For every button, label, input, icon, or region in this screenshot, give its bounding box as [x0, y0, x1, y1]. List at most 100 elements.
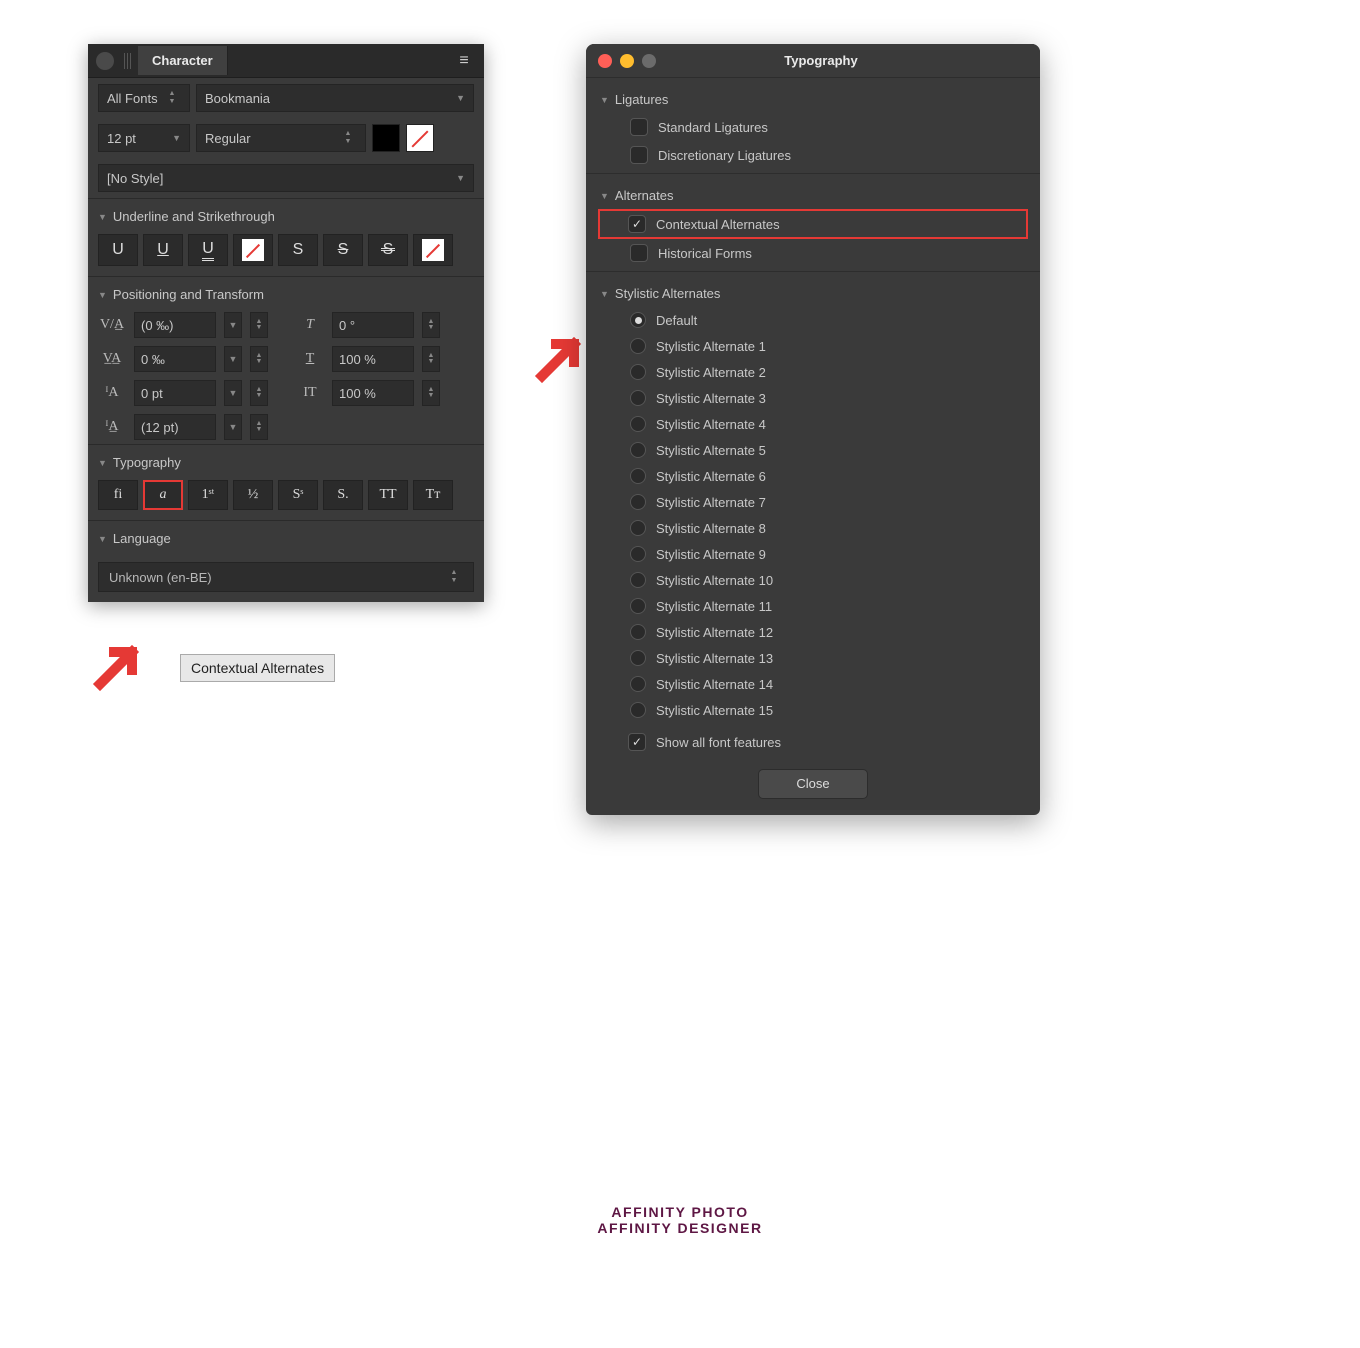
- kerning-icon: V/A̲: [98, 317, 126, 333]
- language-select[interactable]: Unknown (en-BE) ▲▼: [98, 562, 474, 592]
- strike-none-button[interactable]: S: [278, 234, 318, 266]
- ligatures-button[interactable]: fi: [98, 480, 138, 510]
- option-stylistic-5[interactable]: Stylistic Alternate 5: [600, 437, 1026, 463]
- strike-single-button[interactable]: S: [323, 234, 363, 266]
- tab-character[interactable]: Character: [138, 46, 228, 75]
- strike-double-button[interactable]: S: [368, 234, 408, 266]
- radio[interactable]: [630, 468, 646, 484]
- radio[interactable]: [630, 364, 646, 380]
- radio[interactable]: [630, 338, 646, 354]
- radio[interactable]: [630, 676, 646, 692]
- radio[interactable]: [630, 702, 646, 718]
- vscale-input[interactable]: 100 %: [332, 380, 414, 406]
- option-discretionary-ligatures[interactable]: Discretionary Ligatures: [600, 141, 1026, 169]
- option-stylistic-8[interactable]: Stylistic Alternate 8: [600, 515, 1026, 541]
- option-historical-forms[interactable]: Historical Forms: [600, 239, 1026, 267]
- option-label: Stylistic Alternate 8: [656, 521, 766, 536]
- underline-color-swatch[interactable]: [233, 234, 273, 266]
- stepper-button[interactable]: ▲▼: [422, 380, 440, 406]
- checkbox-checked[interactable]: [628, 733, 646, 751]
- section-underline[interactable]: ▼ Underline and Strikethrough: [88, 198, 484, 230]
- tracking-input[interactable]: 0 ‰: [134, 346, 216, 372]
- radio[interactable]: [630, 546, 646, 562]
- section-head[interactable]: ▼ Alternates: [600, 182, 1026, 209]
- checkbox[interactable]: [630, 118, 648, 136]
- smallcaps-button[interactable]: Tᴛ: [413, 480, 453, 510]
- section-positioning[interactable]: ▼ Positioning and Transform: [88, 276, 484, 308]
- option-stylistic-4[interactable]: Stylistic Alternate 4: [600, 411, 1026, 437]
- baseline-input[interactable]: 0 pt: [134, 380, 216, 406]
- option-stylistic-6[interactable]: Stylistic Alternate 6: [600, 463, 1026, 489]
- radio-checked[interactable]: [630, 312, 646, 328]
- option-stylistic-11[interactable]: Stylistic Alternate 11: [600, 593, 1026, 619]
- dropdown-button[interactable]: ▼: [224, 414, 242, 440]
- section-head[interactable]: ▼ Stylistic Alternates: [600, 280, 1026, 307]
- option-stylistic-3[interactable]: Stylistic Alternate 3: [600, 385, 1026, 411]
- font-family-select[interactable]: Bookmania ▼: [196, 84, 474, 112]
- strike-color-swatch[interactable]: [413, 234, 453, 266]
- option-stylistic-13[interactable]: Stylistic Alternate 13: [600, 645, 1026, 671]
- option-show-all[interactable]: Show all font features: [600, 723, 1026, 751]
- option-stylistic-1[interactable]: Stylistic Alternate 1: [600, 333, 1026, 359]
- radio[interactable]: [630, 598, 646, 614]
- font-size-select[interactable]: 12 pt ▼: [98, 124, 190, 152]
- option-stylistic-14[interactable]: Stylistic Alternate 14: [600, 671, 1026, 697]
- fill-swatch[interactable]: [372, 124, 400, 152]
- panel-menu-icon[interactable]: ≡: [454, 52, 474, 70]
- stepper-button[interactable]: ▲▼: [250, 414, 268, 440]
- drag-handle-icon[interactable]: [124, 53, 132, 69]
- leading-input[interactable]: (12 pt): [134, 414, 216, 440]
- ordinals-button[interactable]: 1ˢᵗ: [188, 480, 228, 510]
- stroke-swatch[interactable]: [406, 124, 434, 152]
- superscript-button[interactable]: Sˢ: [278, 480, 318, 510]
- radio[interactable]: [630, 442, 646, 458]
- contextual-alternates-button[interactable]: a: [143, 480, 183, 510]
- stepper-button[interactable]: ▲▼: [422, 346, 440, 372]
- close-button[interactable]: Close: [758, 769, 868, 799]
- dropdown-button[interactable]: ▼: [224, 346, 242, 372]
- radio[interactable]: [630, 624, 646, 640]
- checkbox[interactable]: [630, 244, 648, 262]
- option-stylistic-10[interactable]: Stylistic Alternate 10: [600, 567, 1026, 593]
- radio[interactable]: [630, 416, 646, 432]
- stepper-button[interactable]: ▲▼: [422, 312, 440, 338]
- style-select[interactable]: [No Style] ▼: [98, 164, 474, 192]
- traffic-close-icon[interactable]: [598, 54, 612, 68]
- option-stylistic-15[interactable]: Stylistic Alternate 15: [600, 697, 1026, 723]
- option-stylistic-9[interactable]: Stylistic Alternate 9: [600, 541, 1026, 567]
- section-head[interactable]: ▼ Ligatures: [600, 86, 1026, 113]
- option-stylistic-default[interactable]: Default: [600, 307, 1026, 333]
- font-weight-select[interactable]: Regular ▲▼: [196, 124, 366, 152]
- radio[interactable]: [630, 390, 646, 406]
- option-standard-ligatures[interactable]: Standard Ligatures: [600, 113, 1026, 141]
- underline-none-button[interactable]: U: [98, 234, 138, 266]
- stepper-button[interactable]: ▲▼: [250, 312, 268, 338]
- option-stylistic-2[interactable]: Stylistic Alternate 2: [600, 359, 1026, 385]
- dropdown-button[interactable]: ▼: [224, 312, 242, 338]
- radio[interactable]: [630, 494, 646, 510]
- fractions-button[interactable]: ½: [233, 480, 273, 510]
- stepper-button[interactable]: ▲▼: [250, 346, 268, 372]
- underline-double-button[interactable]: U: [188, 234, 228, 266]
- allcaps-button[interactable]: TT: [368, 480, 408, 510]
- stepper-button[interactable]: ▲▼: [250, 380, 268, 406]
- radio[interactable]: [630, 650, 646, 666]
- option-contextual-alternates[interactable]: Contextual Alternates: [598, 209, 1028, 239]
- radio[interactable]: [630, 520, 646, 536]
- titlebar[interactable]: Typography: [586, 44, 1040, 78]
- radio[interactable]: [630, 572, 646, 588]
- checkbox-checked[interactable]: [628, 215, 646, 233]
- hscale-input[interactable]: 100 %: [332, 346, 414, 372]
- section-typography[interactable]: ▼ Typography: [88, 444, 484, 476]
- kerning-input[interactable]: (0 ‰): [134, 312, 216, 338]
- option-stylistic-7[interactable]: Stylistic Alternate 7: [600, 489, 1026, 515]
- close-icon[interactable]: [96, 52, 114, 70]
- subscript-button[interactable]: S.: [323, 480, 363, 510]
- dropdown-button[interactable]: ▼: [224, 380, 242, 406]
- option-stylistic-12[interactable]: Stylistic Alternate 12: [600, 619, 1026, 645]
- italic-input[interactable]: 0 °: [332, 312, 414, 338]
- section-language[interactable]: ▼ Language: [88, 520, 484, 552]
- underline-single-button[interactable]: U: [143, 234, 183, 266]
- checkbox[interactable]: [630, 146, 648, 164]
- font-category-select[interactable]: All Fonts ▲▼: [98, 84, 190, 112]
